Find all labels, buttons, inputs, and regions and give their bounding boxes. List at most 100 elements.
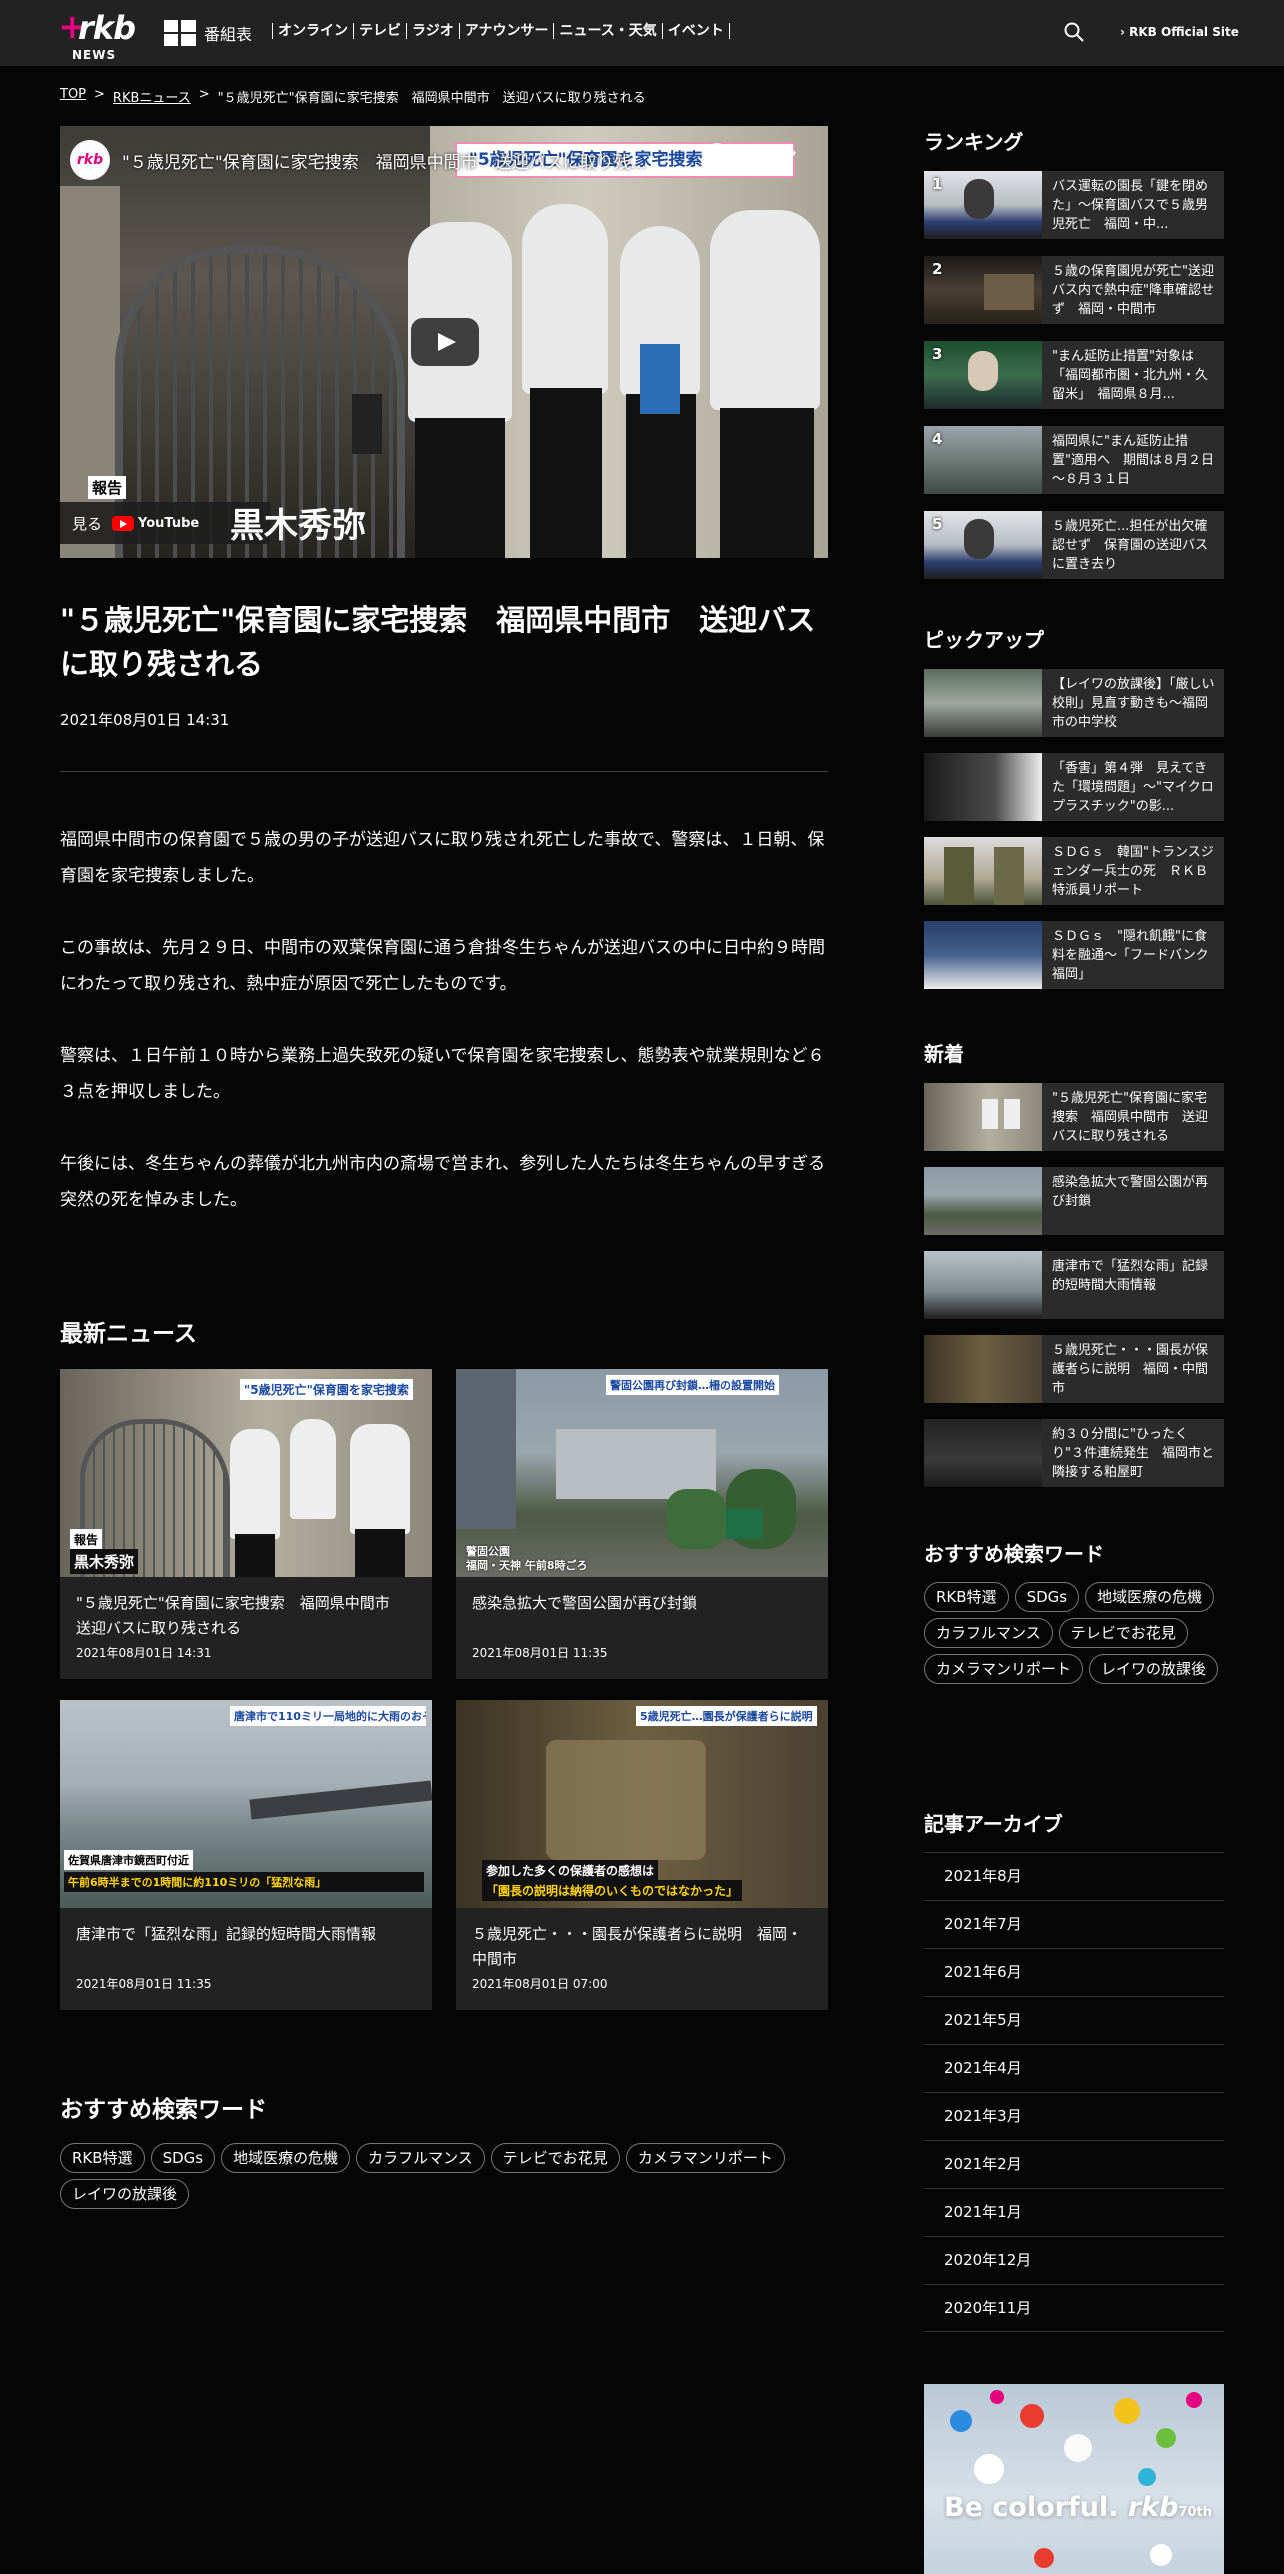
ranking-item[interactable]: 2 ５歳の保育園児が死亡"送迎バス内で熱中症"降車確認せず 福岡・中間市 — [924, 256, 1224, 324]
newest-item[interactable]: 感染急拡大で警固公園が再び封鎖 — [924, 1167, 1224, 1235]
rank-number: 3 — [932, 345, 943, 363]
archive-month[interactable]: 2020年12月 — [924, 2236, 1224, 2284]
news-card-title[interactable]: "５歳児死亡"保育園に家宅捜索 福岡県中間市 送迎バスに取り残される — [76, 1591, 416, 1641]
pickup-item[interactable]: ＳＤＧｓ 韓国"トランスジェンダー兵士の死 ＲＫＢ特派員リポート — [924, 837, 1224, 905]
pickup-item[interactable]: 「香害」第４弾 見えてきた「環境問題」～"マイクロプラスチック"の影... — [924, 753, 1224, 821]
search-tag[interactable]: 地域医療の危機 — [221, 2143, 351, 2173]
share-icon[interactable] — [776, 142, 798, 164]
watch-later-icon[interactable] — [706, 142, 728, 164]
play-button[interactable] — [411, 318, 479, 366]
news-card[interactable]: 警固公園再び封鎖…柵の設置開始 警固公園 福岡・天神 午前8時ごろ 感染急拡大で… — [456, 1369, 828, 1679]
news-card-title[interactable]: 唐津市で「猛烈な雨」記録的短時間大雨情報 — [76, 1922, 416, 1947]
official-site-label: RKB Official Site — [1129, 25, 1239, 39]
rkb-70th-banner[interactable]: Be colorful. rkb70th — [924, 2384, 1224, 2574]
ad-slogan: Be colorful. — [944, 2492, 1119, 2523]
newest-title: 感染急拡大で警固公園が再び封鎖 — [1052, 1175, 1209, 1209]
archive-month[interactable]: 2021年6月 — [924, 1948, 1224, 1996]
video-title[interactable]: "５歳児死亡"保育園に家宅捜索 福岡県中間市 送迎バスに取り残... — [122, 148, 647, 173]
logo-text: rkb — [78, 9, 136, 47]
newest-title: 唐津市で「猛烈な雨」記録的短時間大雨情報 — [1052, 1259, 1209, 1293]
search-tag[interactable]: 地域医療の危機 — [1085, 1582, 1215, 1612]
reporter-caption: 黒木秀弥 — [230, 506, 366, 546]
article-body: 福岡県中間市の保育園で５歳の男の子が送迎バスに取り残され死亡した事故で、警察は、… — [60, 822, 830, 1254]
breadcrumb: TOP > RKBニュース > "５歳児死亡"保育園に家宅捜索 福岡県中間市 送… — [60, 87, 646, 106]
pickup-title: 「香害」第４弾 見えてきた「環境問題」～"マイクロプラスチック"の影... — [1052, 761, 1214, 814]
archive-month[interactable]: 2021年5月 — [924, 1996, 1224, 2044]
newest-item[interactable]: 約３０分間に"ひったくり"３件連続発生 福岡市と隣接する粕屋町 — [924, 1419, 1224, 1487]
search-tag[interactable]: レイワの放課後 — [60, 2179, 190, 2209]
thumb-overlay: 報告 — [70, 1529, 103, 1550]
search-tag[interactable]: テレビでお花見 — [490, 2143, 620, 2173]
ranking-item[interactable]: 3 "まん延防止措置"対象は「福岡都市圏・北九州・久留米」 福岡県８月... — [924, 341, 1224, 409]
recommend-tags: RKB特選 SDGs 地域医療の危機 カラフルマンス テレビでお花見 カメラマン… — [60, 2143, 840, 2209]
thumb-overlay: 「園長の説明は納得のいくものではなかった」 — [482, 1880, 743, 1901]
ranking-item[interactable]: 5 ５歳児死亡...担任が出欠確認せず 保育園の送迎バスに置き去り — [924, 511, 1224, 579]
search-tag[interactable]: RKB特選 — [60, 2143, 145, 2173]
channel-avatar[interactable]: rkb — [70, 140, 110, 180]
nav-announcer[interactable]: アナウンサー — [458, 23, 554, 39]
rank-number: 4 — [932, 430, 943, 448]
newest-item[interactable]: ５歳児死亡・・・園長が保護者らに説明 福岡・中間市 — [924, 1335, 1224, 1403]
thumb-banner: 唐津市で110ミリ一局地的に大雨のおそれ — [230, 1706, 426, 1726]
search-tag[interactable]: レイワの放課後 — [1089, 1654, 1219, 1684]
pickup-thumbnail — [924, 921, 1042, 989]
search-tag[interactable]: SDGs — [150, 2143, 216, 2173]
nav-tv[interactable]: テレビ — [353, 23, 406, 39]
pickup-item[interactable]: ＳＤＧｓ "隠れ飢餓"に食料を融通～「フードバンク福岡」 — [924, 921, 1224, 989]
search-tag[interactable]: カラフルマンス — [356, 2143, 485, 2173]
thumb-overlay: 福岡・天神 午前8時ごろ — [466, 1559, 588, 1572]
newest-item[interactable]: 唐津市で「猛烈な雨」記録的短時間大雨情報 — [924, 1251, 1224, 1319]
search-tag[interactable]: カラフルマンス — [924, 1618, 1053, 1648]
newest-thumbnail — [924, 1419, 1042, 1487]
nav-news-weather[interactable]: ニュース・天気 — [553, 23, 661, 39]
program-guide-link[interactable]: 番組表 — [164, 20, 252, 46]
newest-title: "５歳児死亡"保育園に家宅捜索 福岡県中間市 送迎バスに取り残される — [1052, 1091, 1209, 1144]
archive-month[interactable]: 2021年1月 — [924, 2188, 1224, 2236]
main-nav: オンライン テレビ ラジオ アナウンサー ニュース・天気 イベント — [272, 23, 730, 39]
rkb-news-logo[interactable]: + rkb NEWS — [58, 10, 136, 62]
newest-title: ５歳児死亡・・・園長が保護者らに説明 福岡・中間市 — [1052, 1343, 1209, 1396]
news-thumbnail: 唐津市で110ミリ一局地的に大雨のおそれ 佐賀県唐津市鏡西町付近 午前6時半まで… — [60, 1700, 432, 1908]
ranking-heading: ランキング — [924, 130, 1024, 154]
search-tag[interactable]: カメラマンリポート — [625, 2143, 785, 2173]
news-card-title[interactable]: 感染急拡大で警固公園が再び封鎖 — [472, 1591, 812, 1616]
breadcrumb-news[interactable]: RKBニュース — [113, 87, 191, 106]
nav-event[interactable]: イベント — [661, 23, 730, 39]
pickup-title: ＳＤＧｓ 韓国"トランスジェンダー兵士の死 ＲＫＢ特派員リポート — [1052, 845, 1214, 898]
pickup-thumbnail — [924, 669, 1042, 737]
official-site-link[interactable]: › RKB Official Site — [1120, 25, 1239, 39]
news-card[interactable]: 5歳児死亡…園長が保護者らに説明 参加した多くの保護者の感想は 「園長の説明は納… — [456, 1700, 828, 2010]
archive-month[interactable]: 2021年8月 — [924, 1852, 1224, 1900]
search-tag[interactable]: テレビでお花見 — [1058, 1618, 1188, 1648]
article-paragraph: 福岡県中間市の保育園で５歳の男の子が送迎バスに取り残され死亡した事故で、警察は、… — [60, 830, 825, 886]
breadcrumb-current: "５歳児死亡"保育園に家宅捜索 福岡県中間市 送迎バスに取り残される — [217, 91, 646, 106]
nav-online[interactable]: オンライン — [272, 23, 353, 39]
search-tag[interactable]: RKB特選 — [924, 1582, 1009, 1612]
ranking-title: ５歳児死亡...担任が出欠確認せず 保育園の送迎バスに置き去り — [1052, 519, 1209, 572]
search-tag[interactable]: カメラマンリポート — [924, 1654, 1084, 1684]
news-card[interactable]: 唐津市で110ミリ一局地的に大雨のおそれ 佐賀県唐津市鏡西町付近 午前6時半まで… — [60, 1700, 432, 2010]
news-card-title[interactable]: ５歳児死亡・・・園長が保護者らに説明 福岡・中間市 — [472, 1922, 812, 1972]
news-card[interactable]: "5歳児死亡"保育園を家宅捜索 報告 黒木秀弥 "５歳児死亡"保育園に家宅捜索 … — [60, 1369, 432, 1679]
archive-month[interactable]: 2020年11月 — [924, 2284, 1224, 2332]
newest-thumbnail — [924, 1251, 1042, 1319]
thumb-overlay: 佐賀県唐津市鏡西町付近 — [64, 1850, 193, 1870]
news-thumbnail: 警固公園再び封鎖…柵の設置開始 警固公園 福岡・天神 午前8時ごろ — [456, 1369, 828, 1577]
video-player[interactable]: "5歳児死亡"保育園を家宅捜索 rkb "５歳児死亡"保育園に家宅捜索 福岡県中… — [60, 126, 828, 558]
recommend-heading: おすすめ検索ワード — [60, 2097, 267, 2123]
archive-month[interactable]: 2021年2月 — [924, 2140, 1224, 2188]
ranking-title: 福岡県に"まん延防止措置"適用へ 期間は８月２日～８月３１日 — [1052, 434, 1214, 487]
breadcrumb-sep: > — [94, 87, 105, 102]
archive-month[interactable]: 2021年4月 — [924, 2044, 1224, 2092]
ranking-item[interactable]: 1 バス運転の園長「鍵を閉めた」～保育園バスで５歳男児死亡 福岡・中... — [924, 171, 1224, 239]
search-tag[interactable]: SDGs — [1014, 1582, 1080, 1612]
pickup-item[interactable]: 【レイワの放課後】「厳しい校則」見直す動きも～福岡市の中学校 — [924, 669, 1224, 737]
archive-month[interactable]: 2021年3月 — [924, 2092, 1224, 2140]
breadcrumb-top[interactable]: TOP — [60, 87, 86, 106]
newest-item[interactable]: "５歳児死亡"保育園に家宅捜索 福岡県中間市 送迎バスに取り残される — [924, 1083, 1224, 1151]
ranking-item[interactable]: 4 福岡県に"まん延防止措置"適用へ 期間は８月２日～８月３１日 — [924, 426, 1224, 494]
nav-radio[interactable]: ラジオ — [406, 23, 459, 39]
archive-month[interactable]: 2021年7月 — [924, 1900, 1224, 1948]
search-icon[interactable] — [1064, 22, 1084, 42]
news-card-date: 2021年08月01日 11:35 — [76, 1977, 212, 1991]
